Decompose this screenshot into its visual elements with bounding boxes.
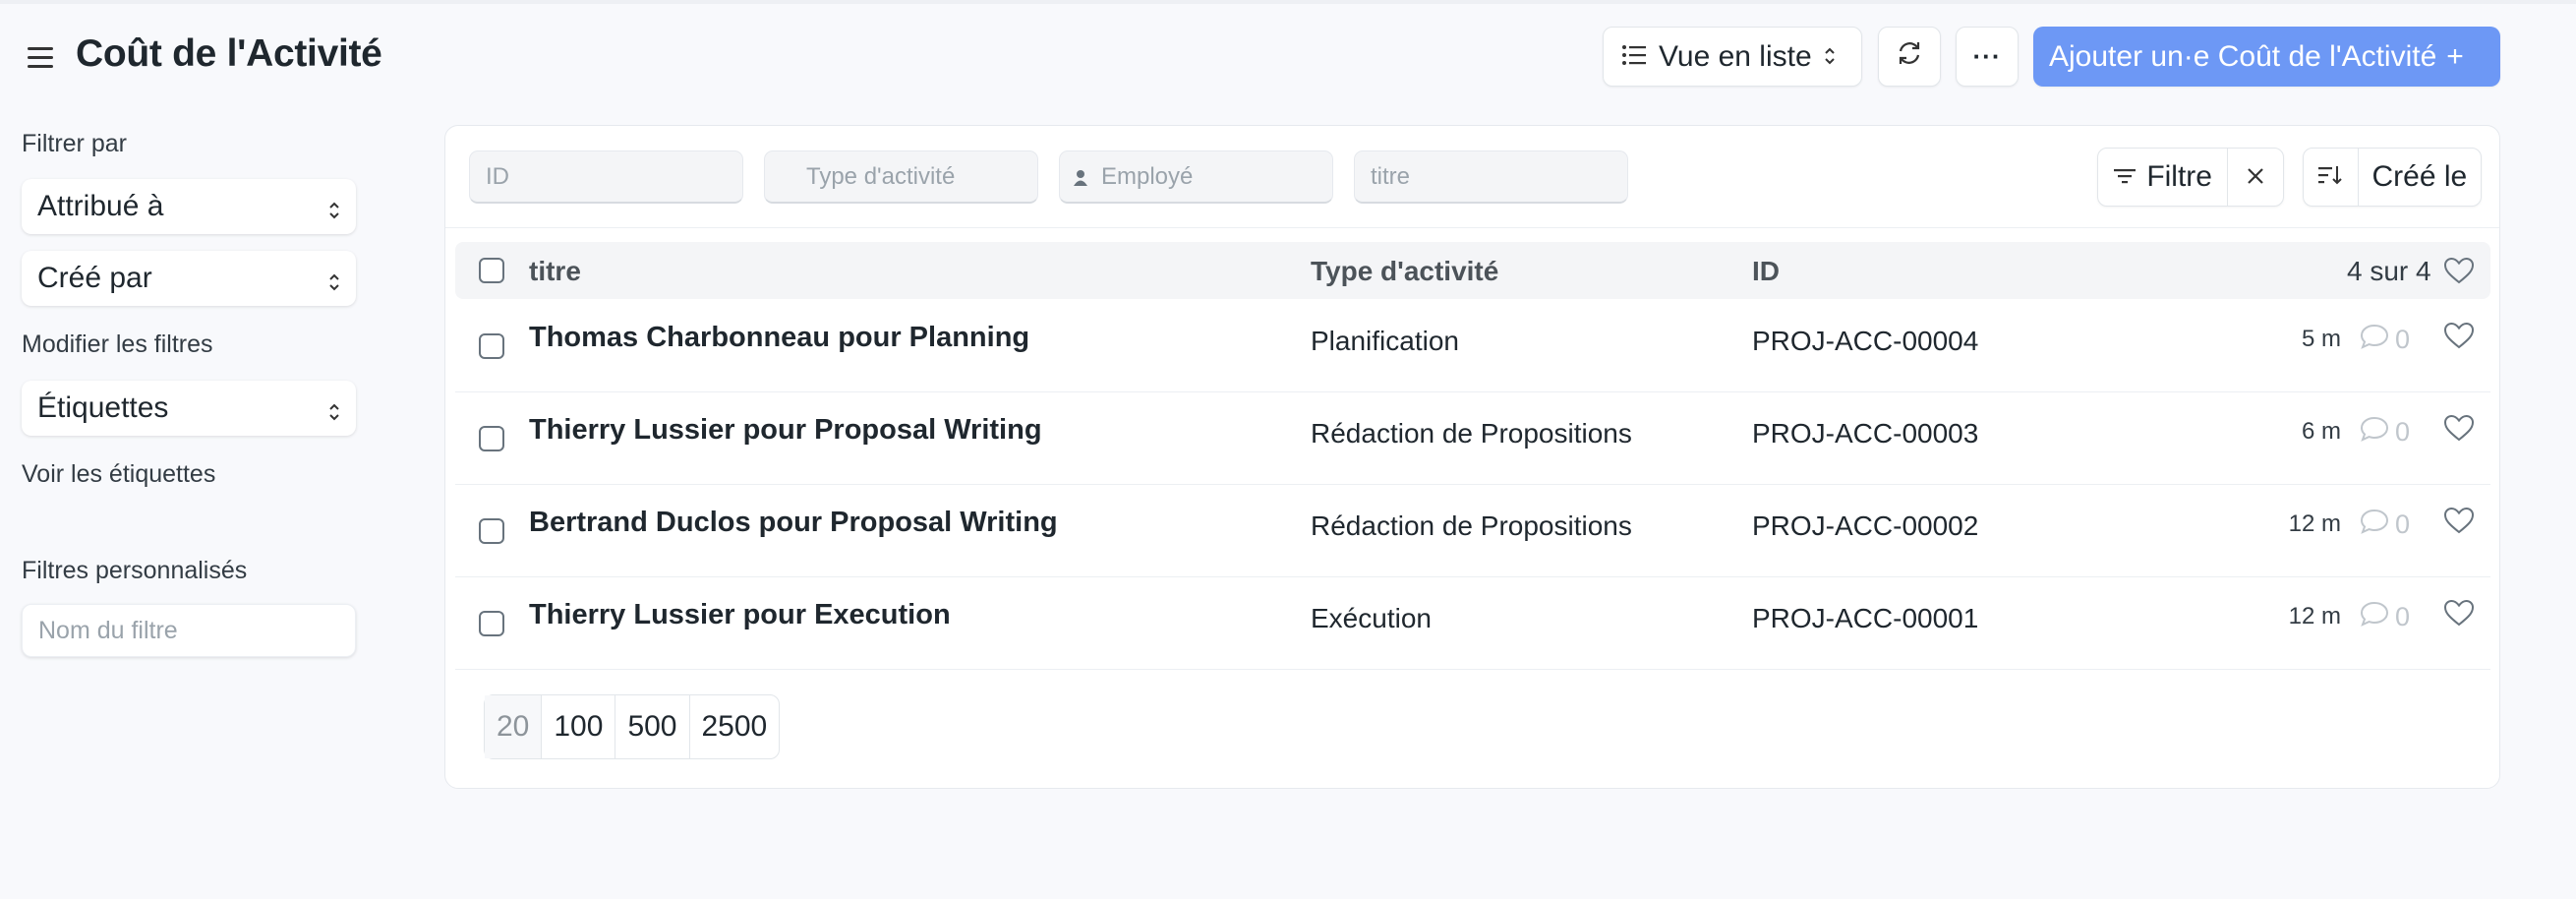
heart-icon[interactable] [2443, 599, 2475, 631]
created-by-label: Créé par [37, 262, 152, 294]
table-row[interactable]: Thomas Charbonneau pour Planning Planific… [455, 300, 2490, 392]
comment-icon [2360, 601, 2389, 633]
view-switcher-button[interactable]: Vue en liste [1603, 27, 1862, 87]
row-modified-time: 5 m [2301, 326, 2341, 352]
page-size-selector: 20 100 500 2500 [484, 694, 781, 759]
comment-count: 0 [2395, 602, 2411, 631]
employee-filter-input[interactable] [1059, 150, 1333, 204]
list-icon [1621, 40, 1647, 74]
add-button-label: Ajouter un·e Coût de l'Activité [2049, 39, 2437, 73]
tags-label: Étiquettes [37, 391, 169, 424]
clear-filters-button[interactable] [2228, 149, 2283, 206]
row-checkbox[interactable] [479, 611, 504, 636]
updown-chevron-icon [328, 397, 340, 431]
table-row[interactable]: Bertrand Duclos pour Proposal Writing Réd… [455, 485, 2490, 577]
row-modified-time: 6 m [2301, 418, 2341, 445]
filter-button-label: Filtre [2146, 160, 2212, 193]
more-actions-button[interactable]: ··· [1956, 27, 2019, 87]
sort-icon [2317, 160, 2343, 194]
heart-icon[interactable] [2443, 414, 2475, 447]
row-title-link[interactable]: Bertrand Duclos pour Proposal Writing [529, 507, 1058, 539]
row-count: 4 sur 4 [2347, 256, 2431, 286]
filter-name-input[interactable] [22, 604, 356, 657]
row-checkbox[interactable] [479, 333, 504, 359]
row-modified-time: 12 m [2288, 510, 2341, 537]
page-size-500[interactable]: 500 [615, 695, 688, 758]
filter-button[interactable]: Filtre [2098, 149, 2227, 206]
page-header: Coût de l'Activité Vue en liste ··· Ajou… [0, 0, 2576, 113]
comment-icon [2360, 324, 2389, 356]
select-all-checkbox[interactable] [479, 258, 504, 283]
refresh-icon [1895, 38, 1924, 76]
show-tags-link[interactable]: Voir les étiquettes [22, 460, 215, 489]
heart-icon[interactable] [2443, 322, 2475, 354]
row-comment-count[interactable]: 0 [2360, 416, 2410, 449]
updown-chevron-icon [328, 268, 340, 301]
row-comment-count[interactable]: 0 [2360, 601, 2410, 633]
table-row[interactable]: Thierry Lussier pour Proposal Writing Réd… [455, 392, 2490, 485]
row-comment-count[interactable]: 0 [2360, 509, 2410, 541]
sort-group: Créé le [2303, 148, 2482, 207]
row-checkbox[interactable] [479, 518, 504, 544]
comment-icon [2360, 416, 2389, 449]
menu-icon[interactable] [24, 39, 59, 75]
comment-count: 0 [2395, 325, 2411, 354]
user-icon [1073, 169, 1088, 192]
row-modified-time: 12 m [2288, 603, 2341, 629]
page-size-20[interactable]: 20 [485, 695, 542, 758]
comment-count: 0 [2395, 417, 2411, 447]
divider [445, 227, 2499, 228]
tags-select[interactable]: Étiquettes [22, 381, 356, 436]
custom-filters-label: Filtres personnalisés [22, 557, 248, 584]
plus-icon: + [2446, 39, 2464, 73]
filter-by-label: Filtrer par [22, 130, 127, 157]
filter-group: Filtre [2097, 148, 2284, 207]
assigned-to-select[interactable]: Attribué à [22, 179, 356, 234]
row-title-link[interactable]: Thierry Lussier pour Execution [529, 599, 951, 631]
table-row[interactable]: Thierry Lussier pour Execution Exécution P… [455, 577, 2490, 670]
close-icon [2246, 160, 2265, 194]
table-header: titre Type d'activité ID 4 sur 4 [455, 242, 2490, 299]
reload-button[interactable] [1878, 27, 1941, 87]
page-size-2500[interactable]: 2500 [690, 695, 780, 758]
row-id: PROJ-ACC-00004 [1752, 326, 1979, 356]
page-size-100[interactable]: 100 [542, 695, 615, 758]
list-card: Filtre Créé le titre Type d'activité ID … [444, 125, 2500, 789]
row-checkbox[interactable] [479, 426, 504, 451]
row-id: PROJ-ACC-00003 [1752, 418, 1979, 449]
row-title-link[interactable]: Thierry Lussier pour Proposal Writing [529, 414, 1042, 447]
row-activity-type: Planification [1311, 326, 1459, 356]
edit-filters-link[interactable]: Modifier les filtres [22, 330, 213, 359]
column-header-id[interactable]: ID [1752, 256, 1780, 287]
assigned-to-label: Attribué à [37, 190, 164, 222]
view-switcher-label: Vue en liste [1659, 39, 1812, 73]
sort-order-button[interactable] [2304, 149, 2358, 206]
created-by-select[interactable]: Créé par [22, 251, 356, 306]
comment-count: 0 [2395, 509, 2411, 539]
heart-icon[interactable] [2443, 507, 2475, 539]
column-header-activity-type[interactable]: Type d'activité [1311, 256, 1498, 287]
id-filter-input[interactable] [469, 150, 743, 204]
row-activity-type: Rédaction de Propositions [1311, 510, 1632, 541]
title-filter-input[interactable] [1354, 150, 1628, 204]
row-id: PROJ-ACC-00002 [1752, 510, 1979, 541]
page-title: Coût de l'Activité [76, 32, 382, 75]
heart-icon[interactable] [2443, 257, 2475, 291]
updown-chevron-icon [1824, 40, 1836, 74]
row-activity-type: Exécution [1311, 603, 1432, 633]
comment-icon [2360, 509, 2389, 541]
column-header-title[interactable]: titre [529, 256, 581, 287]
row-activity-type: Rédaction de Propositions [1311, 418, 1632, 449]
sort-by-button[interactable]: Créé le [2359, 149, 2481, 206]
filter-icon [2113, 160, 2137, 194]
activity-type-filter-input[interactable] [764, 150, 1038, 204]
row-id: PROJ-ACC-00001 [1752, 603, 1979, 633]
row-comment-count[interactable]: 0 [2360, 324, 2410, 356]
updown-chevron-icon [328, 196, 340, 229]
row-title-link[interactable]: Thomas Charbonneau pour Planning [529, 322, 1029, 354]
add-activity-cost-button[interactable]: Ajouter un·e Coût de l'Activité + [2033, 27, 2500, 87]
